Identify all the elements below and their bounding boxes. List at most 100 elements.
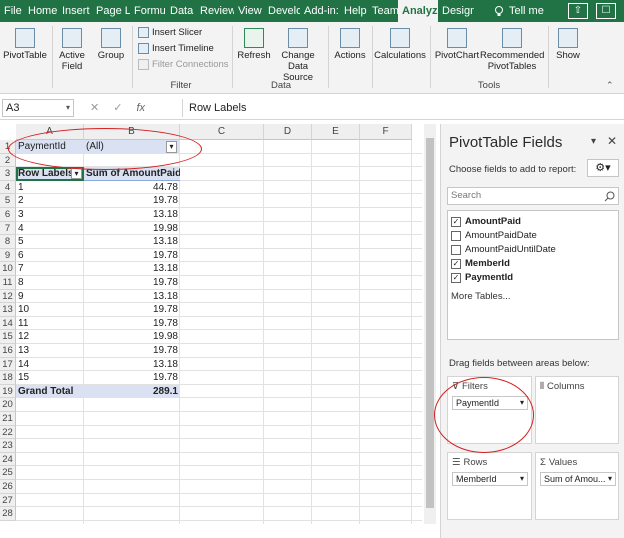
filter-dropdown-icon[interactable]: ▾ (166, 141, 177, 153)
tab-formul[interactable]: Formul (130, 0, 166, 22)
worksheet-grid[interactable]: A B C D E F 1 2 3 4 5 6 7 8 9 10 11 12 13 14 15 16 17 18 19 20 21 2… (0, 124, 430, 538)
row-header-12[interactable]: 12 (0, 289, 16, 304)
row-header-18[interactable]: 18 (0, 371, 16, 385)
row-label-cell[interactable]: 4 (16, 222, 84, 236)
vertical-scrollbar[interactable] (424, 124, 436, 524)
row-header-8[interactable]: 8 (0, 235, 16, 249)
calculations-button[interactable]: Calculations (374, 28, 426, 61)
insert-timeline-button[interactable]: Insert Timeline (138, 43, 214, 54)
amount-cell[interactable]: 13.18 (84, 358, 180, 372)
row-label-cell[interactable]: 1 (16, 181, 84, 195)
grand-total-label[interactable]: Grand Total (16, 384, 84, 399)
filter-connections-button[interactable]: Filter Connections (138, 59, 229, 70)
field-amountpaid[interactable]: ✓ AmountPaid (451, 216, 521, 227)
amount-cell[interactable]: 19.78 (84, 276, 180, 290)
row-header-24[interactable]: 24 (0, 452, 16, 467)
row-labels-dropdown-icon[interactable]: ▾ (71, 168, 82, 180)
field-paymentid[interactable]: ✓ PaymentId (451, 272, 513, 283)
checkbox-icon[interactable]: ✓ (451, 258, 461, 269)
field-amountpaiddate[interactable]: AmountPaidDate (451, 230, 537, 241)
checkbox-icon[interactable]: ✓ (451, 216, 461, 227)
rows-item-memberid[interactable]: MemberId ▾ (452, 472, 528, 486)
columns-area[interactable]: ⫴ Columns (535, 376, 619, 444)
tab-file[interactable]: File (0, 0, 24, 22)
checkbox-icon[interactable] (451, 230, 461, 241)
row-label-cell[interactable]: 11 (16, 317, 84, 331)
actions-button[interactable]: Actions (332, 28, 368, 61)
row-header-23[interactable]: 23 (0, 439, 16, 453)
refresh-button[interactable]: Refresh (236, 28, 272, 61)
amount-cell[interactable]: 13.18 (84, 290, 180, 304)
row-header-1[interactable]: 1 (0, 140, 16, 154)
row-label-cell[interactable]: 6 (16, 249, 84, 263)
more-tables-link[interactable]: More Tables... (451, 291, 511, 302)
row-header-7[interactable]: 7 (0, 221, 16, 236)
tab-page-la[interactable]: Page La (92, 0, 130, 22)
checkbox-icon[interactable] (451, 244, 461, 255)
amount-cell[interactable]: 19.78 (84, 303, 180, 317)
values-area[interactable]: Σ Values Sum of Amou... ▾ (535, 452, 619, 520)
pane-options-icon[interactable]: ▾ (591, 136, 596, 147)
row-label-cell[interactable]: 15 (16, 371, 84, 385)
share-button[interactable]: ⇧ (568, 3, 588, 19)
filters-item-dropdown-icon[interactable]: ▾ (520, 397, 524, 409)
row-label-cell[interactable]: 10 (16, 303, 84, 317)
row-label-cell[interactable]: 9 (16, 290, 84, 304)
amount-cell[interactable]: 13.18 (84, 262, 180, 276)
row-header-20[interactable]: 20 (0, 398, 16, 412)
active-field-button[interactable]: Active Field (54, 28, 90, 72)
row-header-9[interactable]: 9 (0, 248, 16, 263)
row-header-10[interactable]: 10 (0, 262, 16, 276)
row-header-15[interactable]: 15 (0, 330, 16, 344)
amount-cell[interactable]: 19.78 (84, 249, 180, 263)
scrollbar-thumb[interactable] (426, 138, 434, 508)
values-item-sum[interactable]: Sum of Amou... ▾ (540, 472, 616, 486)
row-header-21[interactable]: 21 (0, 412, 16, 426)
tab-design[interactable]: Design (438, 0, 474, 22)
tab-review[interactable]: Review (196, 0, 234, 22)
row-label-cell[interactable]: 12 (16, 330, 84, 344)
row-header-5[interactable]: 5 (0, 194, 16, 208)
row-header-26[interactable]: 26 (0, 480, 16, 494)
row-header-4[interactable]: 4 (0, 180, 16, 195)
amount-cell[interactable]: 44.78 (84, 181, 180, 195)
row-label-cell[interactable]: 2 (16, 194, 84, 208)
name-box[interactable]: A3 ▾ (2, 99, 74, 117)
tab-data[interactable]: Data (166, 0, 196, 22)
amount-cell[interactable]: 19.78 (84, 317, 180, 331)
recommended-pivottables-button[interactable]: Recommended PivotTables (480, 28, 544, 72)
field-amountpaiduntildate[interactable]: AmountPaidUntilDate (451, 244, 556, 255)
tab-help[interactable]: Help (340, 0, 368, 22)
group-button[interactable]: Group (94, 28, 128, 61)
pivotchart-button[interactable]: PivotChart (434, 28, 480, 61)
enter-icon[interactable]: ✓ (113, 99, 122, 117)
insert-slicer-button[interactable]: Insert Slicer (138, 27, 202, 38)
amount-cell[interactable]: 19.78 (84, 194, 180, 208)
pane-close-icon[interactable]: ✕ (607, 134, 617, 148)
row-label-cell[interactable]: 5 (16, 235, 84, 249)
tab-view[interactable]: View (234, 0, 264, 22)
row-header-11[interactable]: 11 (0, 276, 16, 290)
row-header-14[interactable]: 14 (0, 316, 16, 331)
row-header-28[interactable]: 28 (0, 507, 16, 521)
column-header-f[interactable]: F (360, 124, 412, 140)
tab-home[interactable]: Home (24, 0, 58, 22)
row-header-17[interactable]: 17 (0, 357, 16, 372)
row-header-19[interactable]: 19 (0, 384, 16, 399)
row-header-2[interactable]: 2 (0, 153, 16, 168)
collapse-ribbon-icon[interactable]: ⌃ (606, 80, 614, 91)
values-item-dropdown-icon[interactable]: ▾ (607, 473, 612, 485)
amount-cell[interactable]: 13.18 (84, 235, 180, 249)
column-header-e[interactable]: E (312, 124, 360, 140)
amount-cell[interactable]: 19.78 (84, 371, 180, 385)
grand-total-value[interactable]: 289.1 (84, 384, 180, 399)
tell-me[interactable]: Tell me (493, 0, 544, 22)
row-header-25[interactable]: 25 (0, 466, 16, 480)
checkbox-icon[interactable]: ✓ (451, 272, 461, 283)
filter-field-cell[interactable]: PaymentId (16, 140, 84, 154)
name-box-dropdown-icon[interactable]: ▾ (66, 100, 70, 116)
field-memberid[interactable]: ✓ MemberId (451, 258, 510, 269)
filters-item-paymentid[interactable]: PaymentId ▾ (452, 396, 528, 410)
row-header-22[interactable]: 22 (0, 425, 16, 440)
field-search-input[interactable]: Search (447, 187, 619, 205)
